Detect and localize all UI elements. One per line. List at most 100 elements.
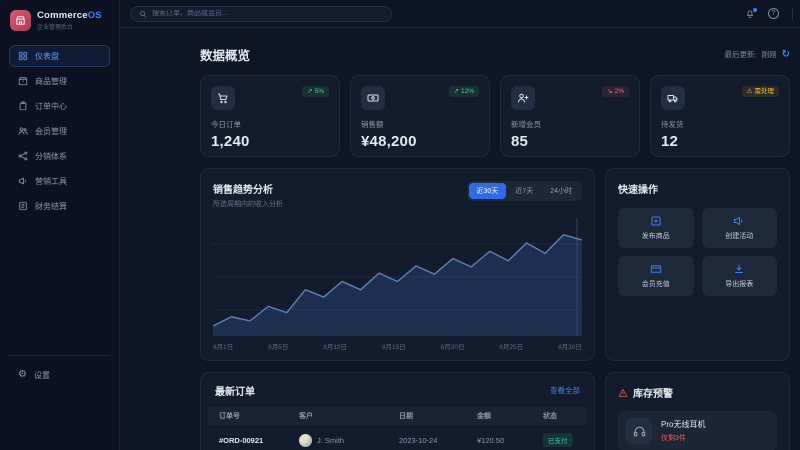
page-title: 数据概览 [200, 45, 250, 64]
order-id: #ORD-00921 [219, 436, 299, 445]
sidebar: CommerceOS 企业管理后台 仪表盘 商品管理 订单中心 会员管理 分销体… [0, 0, 120, 450]
box-icon [18, 76, 28, 86]
topbar-actions: ? [745, 8, 793, 20]
stat-card-new-members: ↘2% 新增会员 85 [500, 75, 640, 157]
orders-table-header: 订单号 客户 日期 金额 状态 [208, 407, 587, 425]
trend-down-icon: ↘ [607, 88, 612, 95]
orders-title: 最新订单 [215, 383, 255, 398]
help-button[interactable]: ? [768, 8, 779, 19]
stat-card-pending-shipment: ⚠需处理 待发货 12 [650, 75, 790, 157]
inventory-title: 库存预警 [633, 385, 673, 400]
refresh-icon[interactable]: ↻ [782, 50, 790, 60]
last-updated: 最后更新: 刚刚 ↻ [725, 49, 790, 60]
banknote-icon [361, 86, 385, 110]
cart-icon [211, 86, 235, 110]
sales-trend-panel: 销售趋势分析 所选周期内的收入分析 近30天 近7天 24小时 [200, 168, 595, 361]
headphones-icon [626, 418, 652, 444]
brand-name: CommerceOS [37, 10, 102, 21]
stat-label: 今日订单 [211, 119, 329, 130]
stat-label: 新增会员 [511, 119, 629, 130]
sidebar-item-orders[interactable]: 订单中心 [9, 95, 110, 117]
customer-cell: J. Smith [299, 434, 399, 447]
user-add-icon [511, 86, 535, 110]
search-input[interactable] [152, 10, 383, 17]
warning-triangle-icon [618, 388, 628, 398]
customer-name: J. Smith [317, 436, 344, 445]
range-7d-button[interactable]: 近7天 [507, 183, 541, 199]
users-icon [18, 126, 28, 136]
truck-icon [661, 86, 685, 110]
chart-subtitle: 所选周期内的收入分析 [213, 199, 283, 209]
avatar [299, 434, 312, 447]
network-icon [18, 151, 28, 161]
topbar-divider [792, 8, 793, 20]
stat-label: 销售额 [361, 119, 479, 130]
download-icon [733, 263, 745, 275]
stat-value: 12 [661, 133, 779, 150]
ledger-icon [18, 201, 28, 211]
sidebar-item-products[interactable]: 商品管理 [9, 70, 110, 92]
trend-badge: ↗12% [449, 86, 479, 97]
brand-subtitle: 企业管理后台 [37, 22, 102, 31]
gear-icon: ⚙ [18, 370, 27, 380]
view-all-link[interactable]: 查看全部 [550, 385, 580, 396]
stat-value: 1,240 [211, 133, 329, 150]
publish-product-button[interactable]: 发布商品 [618, 208, 694, 248]
sidebar-footer: ⚙ 设置 [9, 355, 110, 386]
stock-warning: 仅剩3件 [661, 433, 705, 443]
quick-actions-title: 快速操作 [618, 181, 777, 196]
brand: CommerceOS 企业管理后台 [9, 9, 110, 31]
stat-value: 85 [511, 133, 629, 150]
warning-icon: ⚠ [747, 88, 753, 95]
inventory-item[interactable]: Pro无线耳机 仅剩3件 [618, 411, 777, 450]
sales-trend-chart [213, 218, 582, 336]
dashboard-icon [18, 51, 28, 61]
sidebar-menu: 仪表盘 商品管理 订单中心 会员管理 分销体系 营销工具 财务结算 [9, 45, 110, 217]
stat-card-orders-today: ↗5% 今日订单 1,240 [200, 75, 340, 157]
sidebar-item-marketing[interactable]: 营销工具 [9, 170, 110, 192]
inventory-alert-panel: 库存预警 Pro无线耳机 仅剩3件 [605, 372, 790, 450]
latest-orders-panel: 最新订单 查看全部 订单号 客户 日期 金额 状态 #ORD-00921 J. … [200, 372, 595, 450]
megaphone-icon [18, 176, 28, 186]
chart-title: 销售趋势分析 [213, 181, 283, 196]
product-name: Pro无线耳机 [661, 419, 705, 430]
sales-trend-plot [213, 218, 582, 336]
order-amount: ¥120.50 [477, 436, 543, 445]
notification-dot [753, 8, 757, 12]
search-box [130, 6, 392, 22]
search-icon [139, 10, 147, 18]
trend-badge: ↗5% [302, 86, 329, 97]
stat-card-sales: ↗12% 销售额 ¥48,200 [350, 75, 490, 157]
status-badge: 已支付 [543, 433, 573, 447]
sidebar-item-dashboard[interactable]: 仪表盘 [9, 45, 110, 67]
clipboard-icon [18, 101, 28, 111]
sidebar-item-distribution[interactable]: 分销体系 [9, 145, 110, 167]
topbar: ? [120, 0, 800, 28]
content: 数据概览 最后更新: 刚刚 ↻ ↗5% 今日订单 1,240 [120, 28, 800, 450]
quick-actions-panel: 快速操作 发布商品 创建活动 会员充值 [605, 168, 790, 361]
notifications-button[interactable] [745, 9, 755, 19]
table-row[interactable]: #ORD-00921 J. Smith 2023-10-24 ¥120.50 已… [208, 425, 587, 450]
brand-logo-icon [10, 10, 31, 31]
megaphone-icon [733, 215, 745, 227]
sidebar-item-settings[interactable]: ⚙ 设置 [9, 364, 59, 386]
stat-cards: ↗5% 今日订单 1,240 ↗12% 销售额 ¥48,200 [200, 75, 790, 157]
trend-up-icon: ↗ [307, 88, 312, 95]
trend-badge: ↘2% [602, 86, 629, 97]
help-icon: ? [768, 8, 779, 19]
range-24h-button[interactable]: 24小时 [542, 183, 580, 199]
order-date: 2023-10-24 [399, 436, 477, 445]
warn-badge: ⚠需处理 [742, 86, 779, 97]
sidebar-item-finance[interactable]: 财务结算 [9, 195, 110, 217]
stat-label: 待发货 [661, 119, 779, 130]
x-axis-labels: 8月1日 8月5日 8月10日 8月15日 8月20日 8月25日 8月30日 [213, 341, 582, 351]
sidebar-item-members[interactable]: 会员管理 [9, 120, 110, 142]
area-series [213, 235, 582, 336]
export-report-button[interactable]: 导出报表 [702, 256, 778, 296]
range-switcher: 近30天 近7天 24小时 [467, 181, 583, 201]
credit-card-icon [650, 263, 662, 275]
range-30d-button[interactable]: 近30天 [469, 183, 507, 199]
create-campaign-button[interactable]: 创建活动 [702, 208, 778, 248]
member-topup-button[interactable]: 会员充值 [618, 256, 694, 296]
stat-value: ¥48,200 [361, 133, 479, 150]
